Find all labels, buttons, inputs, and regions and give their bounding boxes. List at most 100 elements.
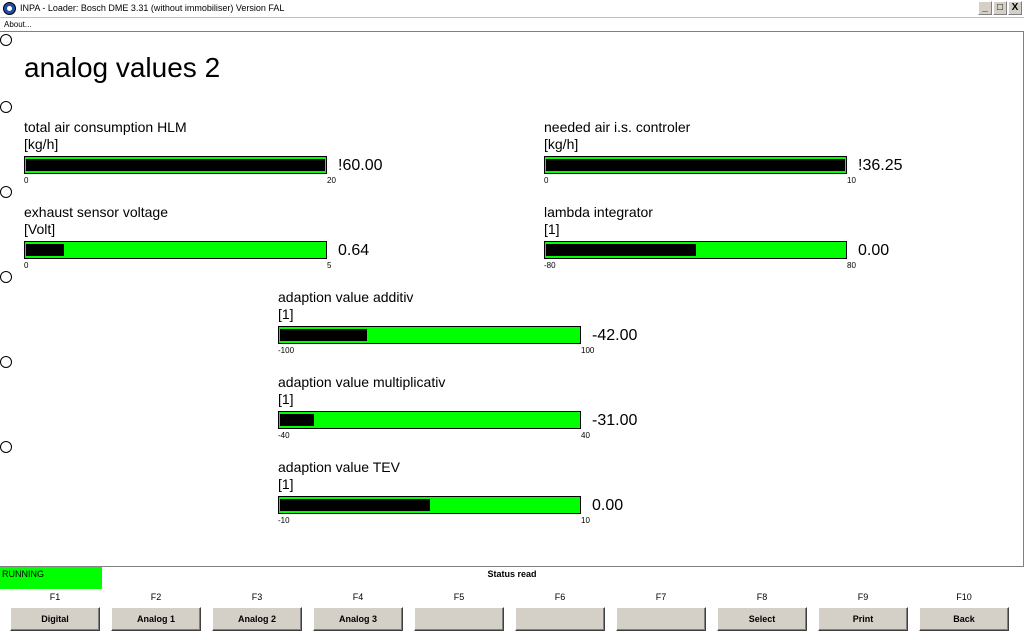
gauge-unit: [1] [278, 306, 294, 322]
fkey-label: F2 [150, 592, 162, 602]
gauge-unit: [1] [278, 391, 294, 407]
inpa-window: INPA - Loader: Bosch DME 3.31 (without i… [0, 0, 1024, 640]
gauge-max: 5 [327, 261, 332, 270]
gauge-max: 20 [327, 176, 336, 185]
gauge-fill [280, 499, 430, 511]
gauge-value: 0.64 [338, 242, 370, 259]
fkey-label: F4 [352, 592, 364, 602]
gauge-value: 0.00 [592, 497, 624, 514]
analog-1-button[interactable]: Analog 1 [111, 607, 201, 631]
gauge-fill [280, 329, 367, 341]
gauge-bar [544, 241, 847, 259]
gauge-bar [278, 411, 581, 429]
gauge-fill [546, 159, 845, 171]
status-area: RUNNING Status read F1 Digital F2 Analog… [0, 566, 1024, 640]
gauge-min: 0 [24, 261, 29, 270]
title-bar: INPA - Loader: Bosch DME 3.31 (without i… [0, 0, 1024, 18]
close-button[interactable]: X [1008, 1, 1022, 15]
gauge-unit: [1] [278, 476, 294, 492]
f7-button[interactable] [616, 607, 706, 631]
f6-button[interactable] [515, 607, 605, 631]
gauge-max: 10 [581, 516, 590, 525]
gauge-fill [546, 244, 696, 256]
gauge-label: lambda integrator [544, 204, 653, 220]
gauge-fill [26, 159, 325, 171]
radio-button[interactable] [0, 34, 12, 46]
gauge-bar [24, 241, 327, 259]
gauge-label: total air consumption HLM [24, 119, 187, 135]
gauge-adaption-tev: adaption value TEV [1] -10 10 0.00 [278, 459, 698, 529]
gauge-value: !60.00 [338, 157, 383, 174]
minimize-button[interactable]: _ [978, 1, 992, 15]
fkey-label: F10 [956, 592, 972, 602]
gauge-value: 0.00 [858, 242, 890, 259]
gauge-unit: [Volt] [24, 221, 56, 237]
gauge-min: 0 [544, 176, 549, 185]
gauge-bar [544, 156, 847, 174]
fkey-label: F6 [554, 592, 566, 602]
menu-bar: About... [0, 18, 1024, 32]
gauge-min: -100 [278, 346, 295, 355]
fkey-f2: F2 Analog 1 [106, 591, 206, 631]
fkey-label: F5 [453, 592, 465, 602]
app-icon [3, 2, 16, 15]
select-button[interactable]: Select [717, 607, 807, 631]
fkey-label: F9 [857, 592, 869, 602]
fkey-f8: F8 Select [712, 591, 812, 631]
f5-button[interactable] [414, 607, 504, 631]
radio-button[interactable] [0, 356, 12, 368]
fkey-f10: F10 Back [914, 591, 1014, 631]
gauge-adaption-multiplicativ: adaption value multiplicativ [1] -40 40 … [278, 374, 698, 444]
gauge-max: 40 [581, 431, 590, 440]
gauge-value: -42.00 [592, 327, 638, 344]
fkey-f4: F4 Analog 3 [308, 591, 408, 631]
fkey-f9: F9 Print [813, 591, 913, 631]
gauge-exhaust-sensor-voltage: exhaust sensor voltage [Volt] 0 5 0.64 [24, 204, 444, 274]
gauge-label: needed air i.s. controler [544, 119, 691, 135]
fkey-f1: F1 Digital [5, 591, 105, 631]
gauge-fill [26, 244, 64, 256]
gauge-unit: [kg/h] [544, 136, 579, 152]
menu-about[interactable]: About... [4, 20, 32, 29]
gauge-label: adaption value additiv [278, 289, 414, 305]
back-button[interactable]: Back [919, 607, 1009, 631]
gauge-value: !36.25 [858, 157, 903, 174]
analog-3-button[interactable]: Analog 3 [313, 607, 403, 631]
gauge-max: 80 [847, 261, 856, 270]
fkey-f7: F7 [611, 591, 711, 631]
gauge-needed-air: needed air i.s. controler [kg/h] 0 10 !3… [544, 119, 964, 189]
gauge-bar [278, 326, 581, 344]
radio-button[interactable] [0, 101, 12, 113]
fkey-label: F3 [251, 592, 263, 602]
page-title: analog values 2 [24, 52, 221, 83]
fkey-label: F8 [756, 592, 768, 602]
gauge-fill [280, 414, 314, 426]
gauge-max: 100 [581, 346, 595, 355]
radio-button[interactable] [0, 441, 12, 453]
fkey-f3: F3 Analog 2 [207, 591, 307, 631]
print-button[interactable]: Print [818, 607, 908, 631]
window-controls: _ □ X [978, 1, 1022, 15]
gauge-unit: [1] [544, 221, 560, 237]
gauge-label: adaption value multiplicativ [278, 374, 446, 390]
gauge-bar [278, 496, 581, 514]
gauge-min: -40 [278, 431, 290, 440]
gauge-lambda-integrator: lambda integrator [1] -80 80 0.00 [544, 204, 964, 274]
maximize-button[interactable]: □ [993, 1, 1007, 15]
gauge-bar [24, 156, 327, 174]
main-panel: analog values 2 total air consumption HL… [0, 32, 1024, 566]
gauge-label: adaption value TEV [278, 459, 400, 475]
gauge-value: -31.00 [592, 412, 638, 429]
fkey-label: F7 [655, 592, 667, 602]
fkey-label: F1 [49, 592, 61, 602]
radio-button[interactable] [0, 271, 12, 283]
gauge-unit: [kg/h] [24, 136, 59, 152]
function-key-bar: F1 Digital F2 Analog 1 F3 Analog 2 F4 An… [0, 591, 1024, 640]
status-text: Status read [487, 569, 537, 579]
digital-button[interactable]: Digital [10, 607, 100, 631]
fkey-f5: F5 [409, 591, 509, 631]
gauge-min: -80 [544, 261, 556, 270]
radio-button[interactable] [0, 186, 12, 198]
window-title: INPA - Loader: Bosch DME 3.31 (without i… [20, 3, 285, 13]
analog-2-button[interactable]: Analog 2 [212, 607, 302, 631]
